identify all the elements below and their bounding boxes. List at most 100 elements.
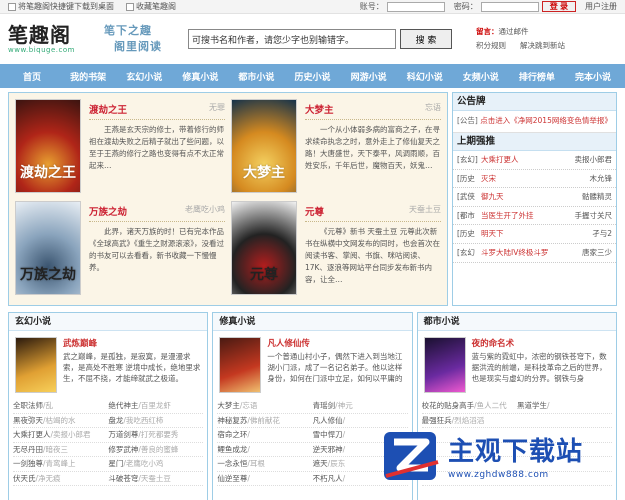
book-description: 此界，诸天万族的时！已有完本作品《全球高武》《重生之财源滚滚》，没看过的书友可以… <box>89 227 224 272</box>
nav-item-dushi[interactable]: 都市小说 <box>228 70 284 83</box>
cover-title: 大梦主 <box>243 165 285 181</box>
nav-item-wangyou[interactable]: 网游小说 <box>341 70 397 83</box>
book-link[interactable]: 当医生开了外挂 <box>481 207 534 225</box>
book-link[interactable]: 全职法师/乱 <box>13 399 104 413</box>
book-link[interactable]: 神秘复苏/佛前献花 <box>217 414 308 428</box>
book-list: 全职法师/乱 绝代神主/百里龙虾 黑夜弥天/枯竭的水 盘龙/我吃西红柿 大乘打更人/卖报… <box>9 399 207 486</box>
book-link[interactable]: 斗罗大陆IV终极斗罗 <box>481 244 548 262</box>
book-title[interactable]: 万族之劫 <box>89 204 127 218</box>
book-link[interactable]: 一念永恒/耳根 <box>217 457 308 471</box>
top-toolbar: 将笔趣阁快捷键下载到桌面 收藏笔趣阁 账号： 密码： 登 录 用户注册 <box>0 0 625 14</box>
book-link[interactable]: 大梦主/忘语 <box>217 399 308 413</box>
book-link[interactable]: 斗破苍穹/天蚕土豆 <box>108 472 199 486</box>
book-link[interactable]: 伏天氏/净无痕 <box>13 472 104 486</box>
list-item: 全职法师/乱 绝代神主/百里龙虾 <box>13 399 204 414</box>
list-item: 伏天氏/净无痕 斗破苍穹/天蚕土豆 <box>13 472 204 486</box>
recommend-list: [玄幻] 大乘打更人 卖报小郎君 [历史 灭宋 木允锋 [武侠 御九天 骷髅精灵 [都市 当医… <box>453 151 616 263</box>
book-link[interactable]: 无尽丹田/暗夜三 <box>13 443 104 457</box>
site-logo[interactable]: 笔趣阁 www.biquge.com <box>8 24 92 54</box>
nav-item-nvpin[interactable]: 女频小说 <box>453 70 509 83</box>
book-cover[interactable] <box>15 337 57 393</box>
cover-title: 万族之劫 <box>20 267 76 283</box>
book-title[interactable]: 夜的命名术 <box>472 337 610 349</box>
book-description: 蓝与紫的霓虹中，浓密的钢铁苍穹下，数据洪流的前端，是科技革命之后的世界，也是现实… <box>471 352 607 383</box>
list-item: [都市 当医生开了外挂 手握寸关尺 <box>453 207 616 226</box>
book-link[interactable]: 明天下 <box>481 225 504 243</box>
book-description: 一个普通山村小子，偶然下进入到当地江湖小门派，成了一名记名弟子。他以这样身份，如… <box>267 352 403 383</box>
search-input[interactable] <box>188 29 396 49</box>
book-link[interactable]: 修罗武神/善良的蜜蜂 <box>108 443 199 457</box>
redirect-fix-link[interactable]: 解决跳到新站 <box>520 39 565 53</box>
book-link[interactable]: 星门/老鹰吃小鸡 <box>108 457 199 471</box>
recommend-title: 上期强推 <box>453 133 616 151</box>
book-link[interactable]: 鲤鱼成龙/ <box>217 443 308 457</box>
book-title[interactable]: 武炼巅峰 <box>63 337 201 349</box>
list-item: [玄幻] 大乘打更人 卖报小郎君 <box>453 151 616 170</box>
featured-book[interactable]: 元尊 元尊 天蚕土豆 《元尊》新书 天蚕土豆 元尊此次新书在纵横中文网发布的同时，… <box>231 201 441 299</box>
book-author: 无罪 <box>209 103 225 112</box>
search-button[interactable]: 搜 索 <box>400 29 452 49</box>
list-item: 黑夜弥天/枯竭的水 盘龙/我吃西红柿 <box>13 414 204 428</box>
book-link[interactable]: 大乘打更人 <box>481 151 519 169</box>
favorite-icon <box>126 2 134 11</box>
nav-item-finished[interactable]: 完本小说 <box>565 70 621 83</box>
list-item: 大乘打更人/卖报小郎君 万道剑尊/打死都要秀 <box>13 428 204 443</box>
book-link[interactable]: 盘龙/我吃西红柿 <box>108 414 199 428</box>
section-title[interactable]: 都市小说 <box>417 313 616 331</box>
desktop-shortcut-link[interactable]: 将笔趣阁快捷键下载到桌面 <box>8 1 114 12</box>
book-link[interactable]: 大乘打更人/卖报小郎君 <box>13 428 104 442</box>
nav-item-home[interactable]: 首页 <box>4 70 60 83</box>
password-input[interactable] <box>480 1 539 12</box>
points-rules-link[interactable]: 积分规则 <box>476 39 506 53</box>
section-title[interactable]: 玄幻小说 <box>9 313 208 331</box>
book-link[interactable]: 仙逆至尊/ <box>217 472 308 486</box>
book-title[interactable]: 元尊 <box>305 204 324 218</box>
book-link[interactable]: 万道剑尊/打死都要秀 <box>108 428 199 442</box>
account-label: 账号： <box>359 2 384 11</box>
book-title[interactable]: 大梦主 <box>305 102 334 116</box>
nav-item-lishi[interactable]: 历史小说 <box>284 70 340 83</box>
list-item: [武侠 御九天 骷髅精灵 <box>453 188 616 207</box>
list-item: [历史 灭宋 木允锋 <box>453 170 616 189</box>
nav-item-kehuan[interactable]: 科幻小说 <box>397 70 453 83</box>
nav-item-xiuzhen[interactable]: 修真小说 <box>172 70 228 83</box>
book-link[interactable]: 绝代神主/百里龙虾 <box>108 399 199 413</box>
sidebar: 公告牌 [公告] 点击进入《净网2015网络变色情举报》 上期强推 [玄幻] 大乘… <box>452 92 617 306</box>
book-link[interactable]: 灭宋 <box>481 170 496 188</box>
book-link[interactable]: 一剑独尊/青鸾峰上 <box>13 457 104 471</box>
featured-book[interactable]: 大梦主 大梦主 忘语 一个从小体弱多病的富商之子，在寻求续命执念之时，意外走上了修… <box>231 99 441 197</box>
book-cover[interactable] <box>423 337 466 393</box>
cover-title: 渡劫之王 <box>20 165 76 181</box>
section-title[interactable]: 修真小说 <box>213 313 412 331</box>
register-link[interactable]: 用户注册 <box>585 1 617 12</box>
search-bar: 搜 索 <box>188 29 452 49</box>
book-title[interactable]: 凡人修仙传 <box>267 337 405 349</box>
account-input[interactable] <box>386 1 445 12</box>
book-description: 王燕是玄天宗的修士，带着修行的师祖在渡劫失败之后精子就出了些问题，以至于王燕的修… <box>89 125 224 170</box>
site-header: 笔趣阁 www.biquge.com 笔下之趣 阁里阅读 搜 索 留言：通过邮件… <box>0 14 625 64</box>
favorite-link[interactable]: 收藏笔趣阁 <box>126 1 176 12</box>
nav-item-xuanhuan[interactable]: 玄幻小说 <box>116 70 172 83</box>
login-button[interactable]: 登 录 <box>541 1 576 12</box>
featured-book[interactable]: 万族之劫 万族之劫 老鹰吃小鸡 此界，诸天万族的时！已有完本作品《全球高武》《重生… <box>15 201 225 299</box>
book-link[interactable]: 宿命之环/ <box>217 428 308 442</box>
nav-item-bookshelf[interactable]: 我的书架 <box>60 70 116 83</box>
main-nav: 首页 我的书架 玄幻小说 修真小说 都市小说 历史小说 网游小说 科幻小说 女频… <box>0 64 625 88</box>
book-cover[interactable]: 大梦主 <box>231 99 297 193</box>
book-description: 一个从小体弱多病的富商之子，在寻求续命执念之时，意外走上了修仙复天之路！大唐盛世… <box>305 125 440 170</box>
book-title[interactable]: 渡劫之王 <box>89 102 127 116</box>
logo-text: 笔趣阁 <box>8 23 71 47</box>
book-link[interactable]: 黑夜弥天/枯竭的水 <box>13 414 104 428</box>
nav-item-rank[interactable]: 排行榜单 <box>509 70 565 83</box>
featured-books: 渡劫之王 渡劫之王 无罪 王燕是玄天宗的修士，带着修行的师祖在渡劫失败之后精子就出… <box>8 92 448 306</box>
featured-book[interactable]: 渡劫之王 渡劫之王 无罪 王燕是玄天宗的修士，带着修行的师祖在渡劫失败之后精子就出… <box>15 99 225 197</box>
book-cover[interactable]: 万族之劫 <box>15 201 81 295</box>
book-cover[interactable]: 渡劫之王 <box>15 99 81 193</box>
email-link[interactable]: 通过邮件 <box>499 27 529 36</box>
list-item: 一剑独尊/青鸾峰上 星门/老鹰吃小鸡 <box>13 457 204 472</box>
book-cover[interactable]: 元尊 <box>231 201 297 295</box>
book-link[interactable]: 御九天 <box>481 188 504 206</box>
book-cover[interactable] <box>219 337 262 393</box>
announcement-link[interactable]: 点击进入《净网2015网络变色情举报》 <box>480 116 612 125</box>
category-section: 玄幻小说 武炼巅峰 武之巅峰，是孤独，是寂寞，是漫漫求索，是高处不胜寒 逆境中成长… <box>8 312 209 500</box>
